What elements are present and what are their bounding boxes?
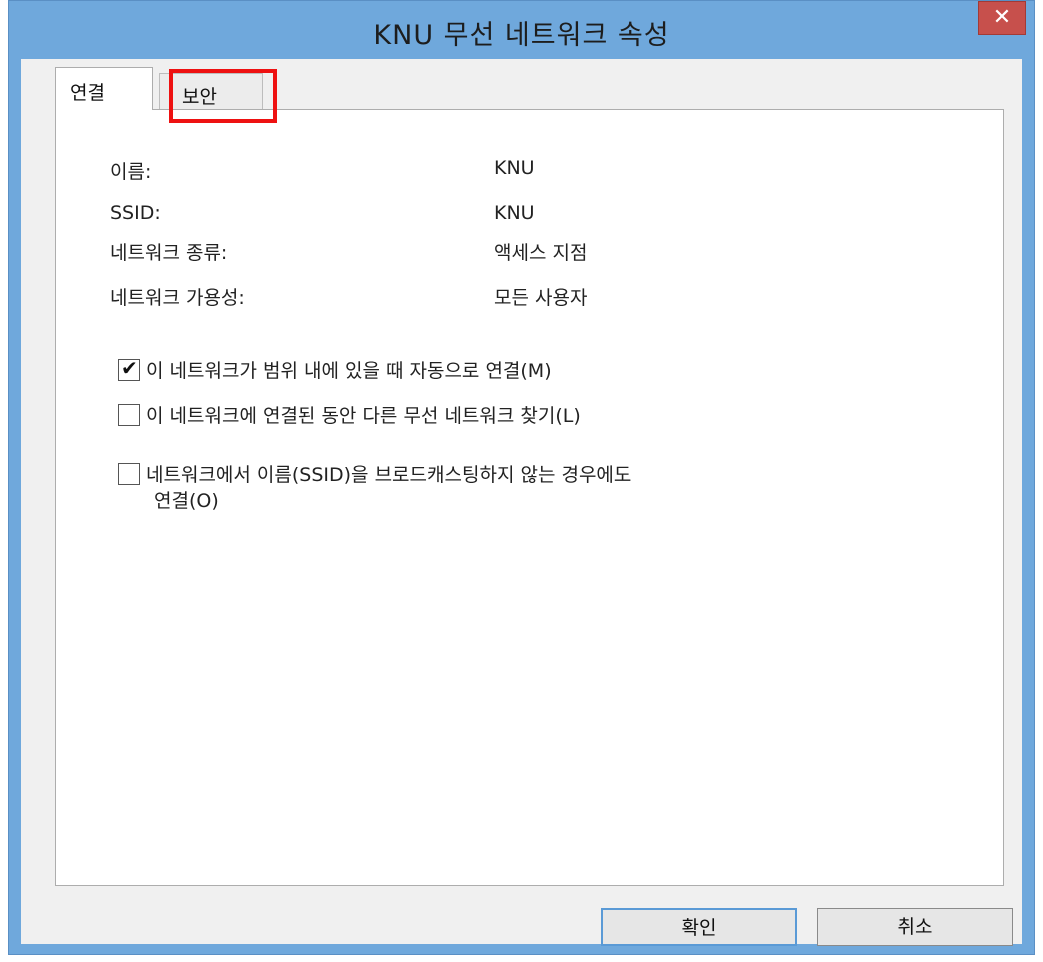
look-for-other-networks-label: 이 네트워크에 연결된 동안 다른 무선 네트워크 찾기(L) — [146, 405, 581, 427]
network-availability-label: 네트워크 가용성: — [110, 287, 245, 309]
auto-connect-label: 이 네트워크가 범위 내에 있을 때 자동으로 연결(M) — [146, 360, 552, 382]
ok-button[interactable]: 확인 — [601, 908, 797, 946]
network-type-value: 액세스 지점 — [494, 242, 588, 264]
auto-connect-option[interactable]: ✔ 이 네트워크가 범위 내에 있을 때 자동으로 연결(M) — [118, 356, 552, 383]
look-for-other-networks-option[interactable]: 이 네트워크에 연결된 동안 다른 무선 네트워크 찾기(L) — [118, 401, 581, 428]
look-for-other-networks-checkbox[interactable] — [118, 404, 140, 426]
dialog-client-area: 연결 보안 이름: KNU SSID: KNU 네트워크 종류: 액세스 지점 … — [21, 59, 1022, 946]
window-title: KNU 무선 네트워크 속성 — [373, 20, 670, 51]
ssid-label: SSID: — [110, 202, 161, 224]
network-type-label: 네트워크 종류: — [110, 242, 228, 264]
close-button[interactable]: ✕ — [978, 1, 1026, 35]
close-icon: ✕ — [992, 5, 1012, 30]
dialog-window: KNU 무선 네트워크 속성 ✕ 연결 보안 이름: KNU SSID: KNU… — [8, 0, 1035, 955]
connect-hidden-ssid-label-line1: 네트워크에서 이름(SSID)을 브로드캐스팅하지 않는 경우에도 — [146, 464, 632, 486]
tab-connection[interactable]: 연결 — [55, 67, 153, 110]
connection-tab-panel: 이름: KNU SSID: KNU 네트워크 종류: 액세스 지점 네트워크 가… — [55, 109, 1004, 886]
name-label: 이름: — [110, 161, 152, 183]
ssid-value: KNU — [494, 202, 535, 224]
cancel-button[interactable]: 취소 — [817, 908, 1013, 946]
auto-connect-checkbox[interactable]: ✔ — [118, 356, 140, 381]
connect-hidden-ssid-option[interactable]: 네트워크에서 이름(SSID)을 브로드캐스팅하지 않는 경우에도 연결(O) — [118, 462, 631, 514]
connect-hidden-ssid-label-line2: 연결(O) — [154, 490, 219, 512]
tab-connection-label: 연결 — [70, 82, 105, 104]
checkmark-icon: ✔ — [121, 356, 138, 380]
connect-hidden-ssid-checkbox[interactable] — [118, 463, 140, 485]
security-tab-highlight — [169, 69, 277, 123]
title-bar[interactable]: KNU 무선 네트워크 속성 ✕ — [9, 1, 1034, 59]
network-availability-value: 모든 사용자 — [494, 287, 588, 309]
name-value: KNU — [494, 157, 535, 179]
